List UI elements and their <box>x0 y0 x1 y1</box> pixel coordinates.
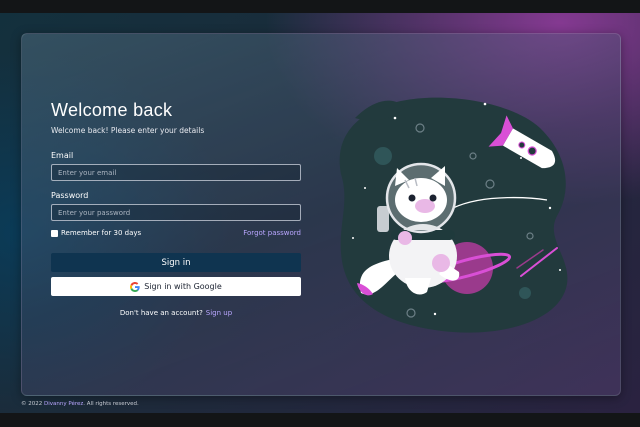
email-label: Email <box>51 151 74 160</box>
astronaut-cat-illustration <box>339 97 568 333</box>
password-label: Password <box>51 191 89 200</box>
footer: © 2022 Divanny Pérez. All rights reserve… <box>21 401 139 407</box>
sign-up-link[interactable]: Sign up <box>206 309 232 317</box>
space-blob <box>339 97 568 333</box>
remember-row: Remember for 30 days <box>51 229 141 237</box>
page-subtitle: Welcome back! Please enter your details <box>51 126 205 135</box>
google-button-label: Sign in with Google <box>144 282 222 291</box>
page-title: Welcome back <box>51 100 173 120</box>
signup-prompt: Don't have an account? <box>119 309 203 317</box>
forgot-password-link[interactable]: Forgot password <box>243 229 301 237</box>
email-field[interactable] <box>51 164 301 181</box>
sign-in-button[interactable]: Sign in <box>51 253 301 272</box>
top-bar <box>0 0 640 13</box>
remember-label[interactable]: Remember for 30 days <box>61 229 141 237</box>
signup-row: Don't have an account? Sign up <box>51 309 301 317</box>
google-icon <box>130 281 140 292</box>
footer-suffix: . All rights reserved. <box>83 401 139 407</box>
footer-author: Divanny Pérez <box>44 401 84 407</box>
google-sign-in-button[interactable]: Sign in with Google <box>51 277 301 296</box>
password-field[interactable] <box>51 204 301 221</box>
footer-prefix: © 2022 <box>21 401 43 407</box>
cat-head <box>385 162 457 234</box>
remember-checkbox[interactable] <box>51 229 58 237</box>
bottom-bar <box>0 413 640 427</box>
